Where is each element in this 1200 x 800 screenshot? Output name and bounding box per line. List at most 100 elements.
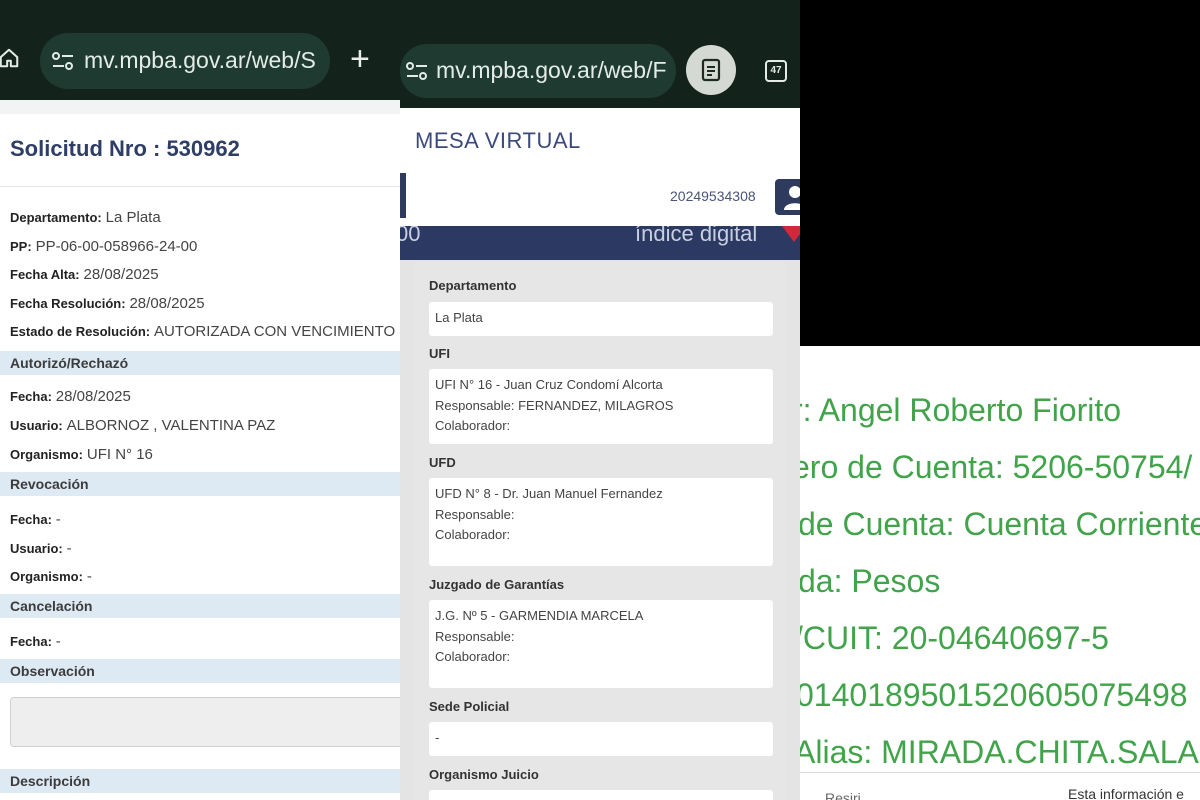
field-line: UFI N° 16 - Juan Cruz Condomí Alcorta xyxy=(435,377,663,392)
field-line: - xyxy=(435,730,440,745)
field-label: Fecha: xyxy=(10,389,52,404)
field-autorizo-organismo: Organismo: UFI N° 16 xyxy=(10,446,153,463)
field-line: UFD N° 8 - Dr. Juan Manuel Fernandez xyxy=(435,486,663,501)
field-value: UFI N° 16 xyxy=(86,446,153,463)
field-line: Responsable: xyxy=(435,628,515,644)
field-autorizo-usuario: Usuario: ALBORNOZ , VALENTINA PAZ xyxy=(10,417,275,434)
user-menu-button[interactable] xyxy=(775,179,800,215)
menu-toggle[interactable] xyxy=(400,173,406,218)
tab-switcher-button[interactable]: 47 xyxy=(765,60,787,82)
field-value: PP-06-00-058966-24-00 xyxy=(35,238,198,255)
field-departamento: Departamento: La Plata xyxy=(10,209,161,226)
section-header-revocacion: Revocación xyxy=(0,472,400,496)
site-header: MESA VIRTUAL 20249534308 xyxy=(400,108,800,226)
field-autorizo-fecha: Fecha: 28/08/2025 xyxy=(10,388,131,405)
field-label: Organismo: xyxy=(10,569,83,584)
url-text: mv.mpba.gov.ar/web/S xyxy=(84,47,316,73)
bank-account-panel: r: Angel Roberto Fiorito ero de Cuenta: … xyxy=(800,0,1200,800)
label-organismo-juicio: Organismo Juicio xyxy=(429,767,539,782)
section-header-observacion: Observación xyxy=(0,659,400,683)
field-value: ALBORNOZ , VALENTINA PAZ xyxy=(66,417,276,434)
field-revocacion-usuario: Usuario: - xyxy=(10,540,72,557)
account-currency: da: Pesos xyxy=(800,563,941,599)
field-label: Fecha: xyxy=(10,512,52,527)
app-name: MESA VIRTUAL xyxy=(415,128,581,153)
field-label: Usuario: xyxy=(10,541,63,556)
user-icon xyxy=(784,186,800,210)
account-cbu: 0140189501520605075498 xyxy=(800,677,1188,713)
account-type: de Cuenta: Cuenta Corriente xyxy=(800,506,1200,542)
field-value: 28/08/2025 xyxy=(55,388,131,405)
field-value: 28/08/2025 xyxy=(129,295,205,312)
field-value: - xyxy=(86,568,92,585)
field-pp: PP: PP-06-00-058966-24-00 xyxy=(10,238,197,255)
field-line: La Plata xyxy=(435,310,483,325)
page-top-strip xyxy=(0,100,400,114)
field-label: Usuario: xyxy=(10,418,63,433)
field-ufd: UFD N° 8 - Dr. Juan Manuel Fernandez Res… xyxy=(429,478,773,566)
field-organismo-juicio xyxy=(429,790,773,800)
label-ufd: UFD xyxy=(429,455,456,470)
section-header-cancelacion: Cancelación xyxy=(0,594,400,618)
divider xyxy=(0,186,400,187)
field-line: Colaborador: xyxy=(435,527,511,542)
account-alias: Alias: MIRADA.CHITA.SALA xyxy=(800,734,1199,770)
mesa-virtual-panel: mv.mpba.gov.ar/web/F 47 MESA VIRTUAL 202… xyxy=(400,0,800,800)
page-title: Solicitud Nro : 530962 xyxy=(10,136,240,161)
field-sede-policial: - xyxy=(429,722,773,756)
bookmark-ribbon-icon xyxy=(782,226,800,242)
address-bar[interactable]: mv.mpba.gov.ar/web/F xyxy=(400,44,676,98)
label-sede-policial: Sede Policial xyxy=(429,699,510,714)
field-ufi: UFI N° 16 - Juan Cruz Condomí Alcorta Re… xyxy=(429,369,773,444)
field-label: Estado de Resolución: xyxy=(10,324,151,339)
field-line: Responsable: FERNANDEZ, MILAGROS xyxy=(435,397,674,413)
divider xyxy=(800,772,1200,773)
field-value: La Plata xyxy=(105,209,161,226)
solicitud-panel: mv.mpba.gov.ar/web/S + Solicitud Nro : 5… xyxy=(0,0,400,800)
field-line: Colaborador: xyxy=(435,418,511,433)
browser-toolbar: mv.mpba.gov.ar/web/S + xyxy=(0,0,400,100)
indice-digital-link[interactable]: índice digital xyxy=(635,226,757,247)
address-bar[interactable]: mv.mpba.gov.ar/web/S xyxy=(40,33,330,89)
field-fecha-resolucion: Fecha Resolución: 28/08/2025 xyxy=(10,295,205,312)
account-cuit: /CUIT: 20-04640697-5 xyxy=(800,620,1109,656)
field-revocacion-organismo: Organismo: - xyxy=(10,568,92,585)
field-value: - xyxy=(55,511,61,528)
site-settings-icon[interactable] xyxy=(52,52,74,70)
label-ufi: UFI xyxy=(429,346,450,361)
field-label: PP: xyxy=(10,239,32,254)
label-departamento: Departamento xyxy=(429,278,517,293)
field-line: Responsable: xyxy=(435,506,515,522)
field-label: Organismo: xyxy=(10,447,83,462)
field-label: Fecha Resolución: xyxy=(10,296,126,311)
site-settings-icon[interactable] xyxy=(406,62,428,80)
home-icon[interactable] xyxy=(0,47,20,69)
field-label: Fecha Alta: xyxy=(10,267,80,282)
field-value: - xyxy=(66,540,72,557)
field-revocacion-fecha: Fecha: - xyxy=(10,511,61,528)
new-tab-icon[interactable]: + xyxy=(350,42,370,76)
field-departamento: La Plata xyxy=(429,302,773,336)
account-holder: r: Angel Roberto Fiorito xyxy=(800,392,1122,428)
field-label: Fecha: xyxy=(10,634,52,649)
user-id: 20249534308 xyxy=(670,188,756,204)
banner-number: 00 xyxy=(400,226,421,246)
section-header-autorizo: Autorizó/Rechazó xyxy=(0,351,400,375)
browser-toolbar: mv.mpba.gov.ar/web/F 47 xyxy=(400,0,800,108)
field-label: Departamento: xyxy=(10,210,102,225)
field-value: AUTORIZADA CON VENCIMIENTO xyxy=(154,323,396,340)
account-number: ero de Cuenta: 5206-50754/ xyxy=(800,449,1193,485)
field-estado-resolucion: Estado de Resolución: AUTORIZADA CON VEN… xyxy=(10,323,395,340)
label-juzgado: Juzgado de Garantías xyxy=(429,577,565,592)
footer-left-text: Resiri... xyxy=(825,790,873,800)
field-line: J.G. Nº 5 - GARMENDIA MARCELA xyxy=(435,608,644,623)
url-text: mv.mpba.gov.ar/web/F xyxy=(436,57,667,83)
field-value: - xyxy=(55,633,61,650)
observacion-textarea[interactable] xyxy=(10,697,400,747)
section-header-descripcion: Descripción xyxy=(0,769,400,793)
footer-info-text: Esta información e xyxy=(1068,786,1184,800)
field-line: Colaborador: xyxy=(435,649,511,664)
field-fecha-alta: Fecha Alta: 28/08/2025 xyxy=(10,266,159,283)
field-value: 28/08/2025 xyxy=(83,266,159,283)
reader-mode-button[interactable] xyxy=(686,45,736,95)
